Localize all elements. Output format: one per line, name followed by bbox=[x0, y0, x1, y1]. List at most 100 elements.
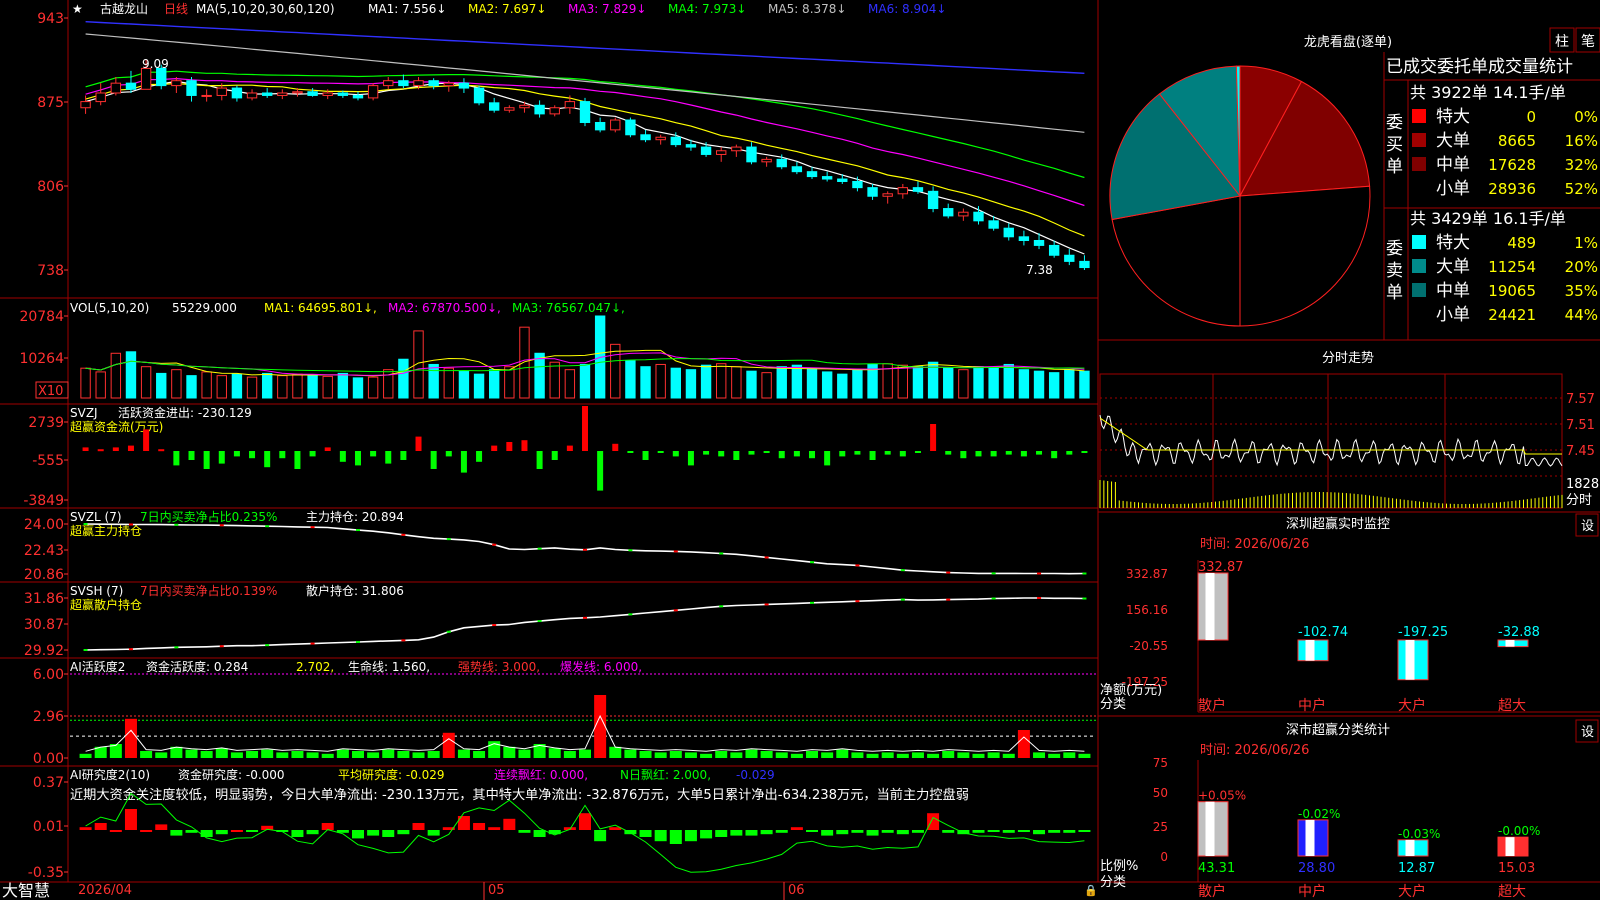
row-color-swatch bbox=[1412, 157, 1426, 171]
candle[interactable] bbox=[80, 101, 91, 109]
candle[interactable] bbox=[958, 211, 969, 217]
volume-unit: X10 bbox=[38, 384, 63, 399]
candle[interactable] bbox=[761, 158, 772, 163]
candle[interactable] bbox=[443, 82, 454, 87]
candle[interactable] bbox=[1048, 244, 1060, 256]
period-label[interactable]: 日线 bbox=[164, 2, 188, 16]
candle[interactable] bbox=[1033, 239, 1045, 246]
svsh-y-axis: 31.86 30.87 29.92 bbox=[24, 591, 68, 659]
candle[interactable] bbox=[398, 80, 409, 87]
candle[interactable] bbox=[625, 119, 636, 136]
candle[interactable] bbox=[95, 92, 106, 103]
candle[interactable] bbox=[1079, 260, 1090, 269]
row-value: 17628 bbox=[1488, 156, 1536, 174]
svzl-line-tick bbox=[310, 526, 315, 529]
candle[interactable] bbox=[549, 107, 560, 115]
svzj-bar bbox=[158, 449, 165, 452]
candle[interactable] bbox=[428, 80, 439, 87]
candle[interactable] bbox=[352, 94, 364, 99]
candle[interactable] bbox=[988, 220, 999, 229]
svzj-bar bbox=[1020, 451, 1027, 457]
svzj-bar bbox=[914, 451, 921, 453]
candle[interactable] bbox=[943, 208, 954, 217]
candle[interactable] bbox=[216, 87, 227, 96]
candle[interactable] bbox=[716, 150, 727, 155]
candle[interactable] bbox=[1018, 236, 1030, 241]
candle[interactable] bbox=[640, 134, 651, 141]
candle[interactable] bbox=[912, 187, 924, 192]
candle[interactable] bbox=[231, 87, 243, 99]
candle[interactable] bbox=[261, 92, 273, 96]
sz-class-chart: 75 50 25 0 +0.05% 43.31 散户 -0.02% 28.80 中户 -0.03% 1… bbox=[1153, 756, 1541, 900]
candle[interactable] bbox=[534, 104, 545, 115]
candle[interactable] bbox=[685, 144, 697, 148]
y-tick-label: 738 bbox=[37, 263, 64, 279]
candle[interactable] bbox=[882, 193, 893, 197]
candle[interactable] bbox=[473, 87, 485, 104]
candle[interactable] bbox=[821, 176, 833, 180]
lock-icon[interactable]: 🔒 bbox=[1084, 884, 1098, 897]
candle[interactable] bbox=[594, 121, 606, 131]
candle[interactable] bbox=[383, 80, 394, 87]
svsh-line-tick bbox=[583, 616, 587, 619]
candle[interactable] bbox=[489, 102, 500, 111]
candle[interactable] bbox=[458, 82, 470, 89]
volume-bar bbox=[277, 375, 288, 399]
candle[interactable] bbox=[519, 104, 530, 109]
candle[interactable] bbox=[292, 91, 303, 94]
candle[interactable] bbox=[307, 91, 318, 96]
candle[interactable] bbox=[1003, 227, 1014, 238]
candle[interactable] bbox=[746, 146, 757, 163]
candle[interactable] bbox=[655, 136, 666, 141]
ma-value-2: MA2: 7.697↓ bbox=[468, 2, 546, 16]
candle[interactable] bbox=[186, 80, 197, 96]
ai-active-bar bbox=[427, 751, 440, 758]
svsh-line-tick bbox=[719, 605, 724, 608]
ma-value-6: MA6: 8.904↓ bbox=[868, 2, 946, 16]
y-tick-label: 20.86 bbox=[24, 567, 64, 583]
candle[interactable] bbox=[322, 92, 333, 96]
favorite-star-icon[interactable]: ★ bbox=[72, 2, 83, 16]
candle[interactable] bbox=[1064, 254, 1075, 262]
volume-bar bbox=[352, 377, 364, 399]
candle[interactable] bbox=[610, 119, 621, 131]
volume-bar bbox=[640, 366, 651, 399]
candle[interactable] bbox=[110, 82, 122, 94]
candle[interactable] bbox=[413, 80, 424, 87]
ai-active-bar bbox=[503, 746, 516, 758]
svzj-title: SVZJ bbox=[70, 406, 98, 420]
candle[interactable] bbox=[277, 92, 288, 96]
candle[interactable] bbox=[852, 180, 863, 189]
candle[interactable] bbox=[504, 107, 515, 111]
candle[interactable] bbox=[806, 171, 818, 178]
candle[interactable] bbox=[140, 67, 152, 90]
candle[interactable] bbox=[670, 136, 681, 146]
candle[interactable] bbox=[867, 187, 878, 197]
candle[interactable] bbox=[973, 211, 984, 222]
svsh-line-tick bbox=[219, 645, 224, 648]
candle[interactable] bbox=[579, 101, 591, 123]
candle[interactable] bbox=[837, 178, 848, 182]
candle[interactable] bbox=[791, 166, 803, 173]
candle[interactable] bbox=[731, 146, 742, 152]
candle[interactable] bbox=[776, 158, 787, 168]
candle[interactable] bbox=[367, 85, 379, 99]
candle[interactable] bbox=[125, 82, 137, 90]
candle[interactable] bbox=[897, 187, 909, 195]
candle[interactable] bbox=[201, 94, 212, 97]
candle[interactable] bbox=[700, 146, 712, 155]
svzj-bar bbox=[279, 451, 286, 459]
volume-bar bbox=[261, 372, 273, 399]
ai-active-bar bbox=[79, 753, 92, 758]
bar-mode-label: 柱 bbox=[1555, 34, 1569, 50]
volume-bar bbox=[428, 363, 439, 399]
candle[interactable] bbox=[564, 101, 576, 109]
candle[interactable] bbox=[927, 190, 939, 210]
ai-active-bar bbox=[790, 753, 803, 758]
svzj-bar bbox=[975, 451, 982, 457]
candle[interactable] bbox=[246, 92, 258, 99]
candle[interactable] bbox=[337, 92, 349, 96]
candle[interactable] bbox=[171, 80, 182, 87]
volume-bar bbox=[761, 372, 772, 399]
stock-name[interactable]: 古越龙山 bbox=[100, 1, 148, 16]
